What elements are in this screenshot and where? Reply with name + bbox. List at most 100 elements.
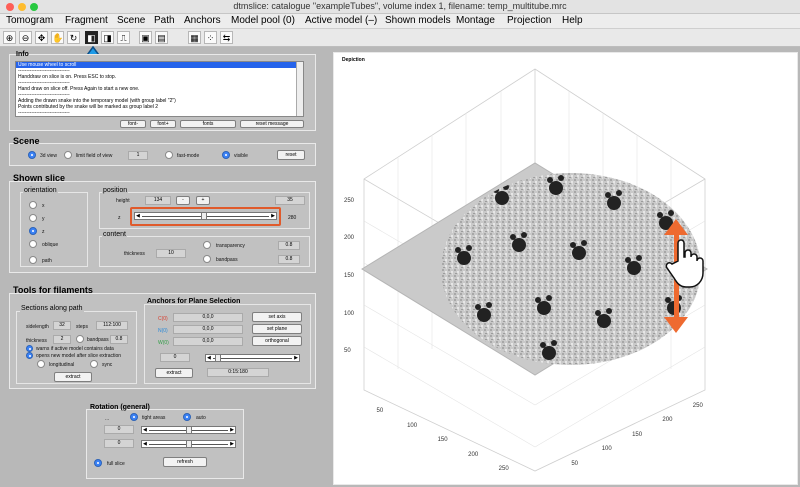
grid-icon[interactable]: ▦	[188, 31, 201, 44]
pan-hand-icon[interactable]: ✋	[51, 31, 64, 44]
zoom-in-icon[interactable]: ⊕	[3, 31, 16, 44]
rotation-value-1[interactable]: 0	[104, 425, 134, 434]
fit-view-icon[interactable]: ✥	[35, 31, 48, 44]
set-axis-button[interactable]: set axis	[252, 312, 302, 322]
slider-left-arrow-icon[interactable]: ◀	[207, 355, 211, 362]
visible-radio[interactable]	[222, 151, 230, 159]
orientation-z-radio[interactable]	[29, 227, 37, 235]
bandpass-radio[interactable]	[203, 255, 211, 263]
info-scrollbar[interactable]	[296, 62, 303, 116]
menu-fragment[interactable]: Fragment	[65, 15, 108, 26]
axis-tick-label: 200	[344, 235, 355, 242]
position-max-field[interactable]: 35	[275, 196, 305, 205]
auto-radio[interactable]	[183, 413, 191, 421]
slider-left-arrow-icon[interactable]: ◀	[143, 427, 147, 434]
anchors-title: Anchors for Plane Selection	[147, 298, 241, 305]
menu-shown-models[interactable]: Shown models	[385, 15, 451, 26]
anchors-extract-button[interactable]: extract	[155, 368, 193, 378]
refresh-button[interactable]: refresh	[163, 457, 207, 467]
anchor-slider-value[interactable]: 0	[160, 353, 190, 362]
opens-new-model-radio[interactable]	[26, 352, 33, 359]
transparency-radio[interactable]	[203, 241, 211, 249]
height-plus-button[interactable]: +	[196, 196, 210, 205]
slice-mode-icon[interactable]: ◨	[101, 31, 114, 44]
position-slider-knob[interactable]	[201, 212, 208, 220]
document-icon[interactable]: ▤	[155, 31, 168, 44]
warns-radio[interactable]	[26, 345, 33, 352]
transparency-field[interactable]: 0.8	[278, 241, 300, 250]
anchor-n-field[interactable]: 0,0,0	[173, 325, 243, 334]
info-title: Info	[16, 51, 29, 58]
slider-left-arrow-icon[interactable]: ◀	[136, 213, 140, 220]
menu-model-pool[interactable]: Model pool (0)	[231, 15, 295, 26]
orthogonal-button[interactable]: orthogonal	[252, 336, 302, 346]
depiction-panel[interactable]: Depiction 50 100 150 200 250 50 100 150 …	[333, 52, 798, 485]
rotation-slider-2-knob[interactable]	[186, 440, 192, 448]
zoom-out-icon[interactable]: ⊖	[19, 31, 32, 44]
rotation-slider-1-knob[interactable]	[186, 426, 192, 434]
slider-right-arrow-icon[interactable]: ▶	[230, 441, 234, 448]
anchor-c-label: C(0)	[158, 316, 168, 322]
menu-help[interactable]: Help	[562, 15, 583, 26]
slider-right-arrow-icon[interactable]: ▶	[271, 213, 275, 220]
connect-icon[interactable]: ⇆	[220, 31, 233, 44]
sync-radio[interactable]	[90, 360, 98, 368]
info-message-area[interactable]: Use mouse wheel to scroll --------------…	[15, 61, 304, 117]
tight-areas-radio[interactable]	[130, 413, 138, 421]
anchor-slider-knob[interactable]	[215, 354, 221, 362]
angle-range-field[interactable]: 0:15:180	[207, 368, 269, 377]
orientation-oblique-radio[interactable]	[29, 240, 37, 248]
position-slider[interactable]: ◀ ▶	[134, 212, 277, 220]
points-icon[interactable]: ⁘	[204, 31, 217, 44]
rotate-view-icon[interactable]: ↻	[67, 31, 80, 44]
anchor-w-field[interactable]: 0,0,0	[173, 337, 243, 346]
sections-thickness-field[interactable]: 2	[53, 335, 71, 344]
thickness-field[interactable]: 10	[156, 249, 186, 258]
save-icon[interactable]: ▣	[139, 31, 152, 44]
menu-anchors[interactable]: Anchors	[184, 15, 221, 26]
height-minus-button[interactable]: -	[176, 196, 190, 205]
height-field[interactable]: 134	[145, 196, 171, 205]
slider-right-arrow-icon[interactable]: ▶	[230, 427, 234, 434]
rotation-slider-1[interactable]: ◀ ▶	[141, 426, 236, 434]
orientation-x-radio[interactable]	[29, 201, 37, 209]
set-plane-button[interactable]: set plane	[252, 324, 302, 334]
longitudinal-radio[interactable]	[37, 360, 45, 368]
fov-field[interactable]: 1	[128, 151, 148, 160]
rotation-slider-2[interactable]: ◀ ▶	[141, 440, 236, 448]
sections-extract-button[interactable]: extract	[54, 372, 92, 382]
full-slice-radio[interactable]	[94, 459, 102, 467]
font-larger-button[interactable]: font+	[150, 120, 176, 128]
menu-montage[interactable]: Montage	[456, 15, 495, 26]
sidelength-field[interactable]: 32	[53, 321, 71, 330]
slider-left-arrow-icon[interactable]: ◀	[143, 441, 147, 448]
menu-active-model[interactable]: Active model (–)	[305, 15, 377, 26]
limit-fov-radio[interactable]	[64, 151, 72, 159]
menu-path[interactable]: Path	[154, 15, 175, 26]
orientation-path-radio[interactable]	[29, 256, 37, 264]
3d-view-radio[interactable]	[28, 151, 36, 159]
profile-icon[interactable]: ⎍	[117, 31, 130, 44]
menu-tomogram[interactable]: Tomogram	[6, 15, 53, 26]
anchor-c-field[interactable]: 0,0,0	[173, 313, 243, 322]
contrast-mode-icon[interactable]: ◧	[85, 31, 98, 44]
slider-max-label: 280	[288, 215, 297, 221]
axis-tick-label: 150	[344, 272, 355, 279]
orientation-y-radio[interactable]	[29, 214, 37, 222]
fast-mode-radio[interactable]	[165, 151, 173, 159]
steps-field[interactable]: 112:100	[96, 321, 128, 330]
slider-right-arrow-icon[interactable]: ▶	[294, 355, 298, 362]
scene-reset-button[interactable]: reset	[277, 150, 305, 160]
bandpass-field[interactable]: 0.8	[278, 255, 300, 264]
menu-scene[interactable]: Scene	[117, 15, 145, 26]
font-smaller-button[interactable]: font-	[120, 120, 146, 128]
rotation-value-2[interactable]: 0	[104, 439, 134, 448]
menu-projection[interactable]: Projection	[507, 15, 551, 26]
anchor-slider[interactable]: ◀ ▶	[205, 354, 300, 362]
reset-message-button[interactable]: reset message	[240, 120, 304, 128]
sections-bandpass-field[interactable]: 0.8	[110, 335, 128, 344]
fast-mode-label: fast-mode	[177, 153, 200, 159]
opens-new-model-label: opens new model after slice extraction	[36, 353, 122, 359]
fonts-button[interactable]: fonts	[180, 120, 236, 128]
sections-bandpass-radio[interactable]	[76, 335, 84, 343]
